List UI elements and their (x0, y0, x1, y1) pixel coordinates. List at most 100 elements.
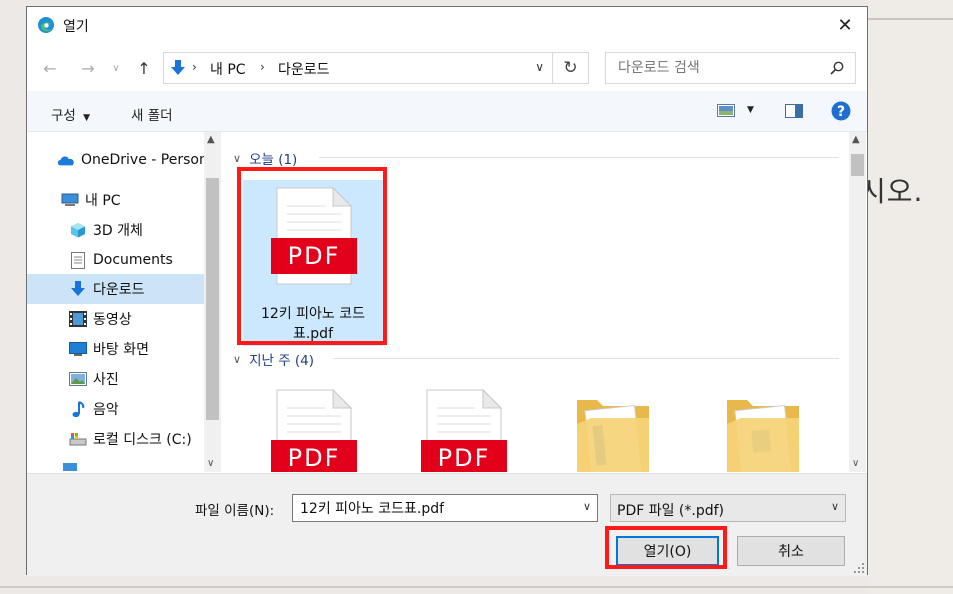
pdf-badge: PDF (437, 444, 491, 472)
preview-pane-icon[interactable] (785, 104, 803, 118)
organize-button[interactable]: 구성 ▼ (51, 104, 90, 124)
nav-item-music[interactable]: 음악 (27, 394, 204, 424)
nav-item-label: 3D 개체 (93, 223, 143, 239)
network-icon (61, 457, 79, 472)
highlight-box-file (237, 167, 387, 345)
arrow-up-icon: ↑ (137, 58, 151, 78)
breadcrumb-separator-icon: › (192, 60, 197, 74)
nav-item-onedrive[interactable]: OneDrive - Person (27, 145, 204, 175)
background-page (868, 0, 953, 594)
dialog-footer: 파일 이름(N): ∨ PDF 파일 (*.pdf) ∨ 열기(O) 취소 (27, 473, 867, 576)
nav-item-videos[interactable]: 동영상 (27, 304, 204, 334)
pictures-icon (69, 370, 87, 388)
up-button[interactable]: ↑ (133, 57, 155, 79)
nav-item-3d-objects[interactable]: 3D 개체 (27, 215, 204, 245)
command-bar: 구성 ▼ 새 폴더 ▼ ? (27, 91, 867, 132)
nav-item-downloads[interactable]: 다운로드 (27, 274, 204, 304)
edge-icon (38, 17, 54, 33)
folder-icon (577, 400, 649, 472)
onedrive-icon (57, 151, 75, 169)
chevron-down-icon[interactable]: ∨ (583, 500, 591, 513)
pdf-badge: PDF (287, 444, 341, 472)
file-list-scrollbar[interactable]: ▲ ∨ (849, 132, 866, 472)
view-dropdown-caret-icon[interactable]: ▼ (747, 105, 754, 115)
nav-item-label: 내 PC (85, 193, 121, 209)
desktop-icon (69, 340, 87, 358)
recent-locations-button[interactable]: ∨ (109, 57, 123, 79)
chevron-down-icon: ∨ (233, 151, 242, 165)
background-divider (868, 18, 953, 20)
chevron-down-icon: ∨ (830, 500, 839, 513)
nav-item-label: Documents (93, 252, 173, 268)
navigation-pane-scrollbar[interactable]: ▲ ∨ (204, 132, 221, 472)
refresh-button[interactable]: ↻ (553, 52, 589, 84)
nav-item-label: OneDrive - Person (81, 152, 204, 168)
caret-down-icon: ▼ (83, 113, 91, 123)
disk-icon (69, 430, 87, 448)
scroll-up-arrow-icon[interactable]: ▲ (207, 134, 215, 145)
close-button[interactable]: ✕ (823, 7, 867, 43)
folder-icon (727, 400, 799, 472)
search-box[interactable] (605, 52, 856, 84)
nav-item-label: 다운로드 (93, 282, 145, 298)
filename-input[interactable] (298, 499, 572, 517)
navigation-pane: OneDrive - Person 내 PC 3D 개체 Documents 다… (27, 132, 204, 472)
nav-item-label: 음악 (93, 402, 119, 418)
chevron-down-icon[interactable]: ∨ (535, 60, 544, 74)
search-input[interactable] (616, 59, 820, 77)
view-options-icon[interactable] (717, 104, 737, 118)
resize-grip-icon[interactable] (853, 562, 865, 574)
nav-item-local-disk[interactable]: 로컬 디스크 (C:) (27, 424, 204, 454)
arrow-left-icon: ← (43, 58, 57, 78)
file-item-pdf[interactable]: PDF (393, 382, 533, 472)
open-file-dialog: 열기 ✕ ← → ∨ ↑ › 내 PC › 다운로드 ∨ ↻ 다운로드 검색 구… (26, 6, 868, 576)
back-button[interactable]: ← (39, 57, 61, 79)
nav-item-my-pc[interactable]: 내 PC (27, 185, 204, 215)
scroll-down-chevron-icon[interactable]: ∨ (207, 458, 214, 469)
downloads-icon (171, 60, 185, 75)
file-item-pdf[interactable]: PDF (243, 382, 383, 472)
scroll-down-chevron-icon[interactable]: ∨ (852, 458, 859, 469)
group-header-today[interactable]: ∨ 오늘 (1) (233, 148, 297, 169)
search-icon (830, 61, 844, 75)
nav-item-label: 로컬 디스크 (C:) (93, 432, 192, 448)
close-icon: ✕ (837, 14, 853, 36)
background-divider-bottom (0, 586, 953, 588)
cancel-button[interactable]: 취소 (737, 536, 845, 566)
nav-item-documents[interactable]: Documents (27, 245, 204, 275)
scroll-up-arrow-icon[interactable]: ▲ (852, 134, 860, 145)
filename-combobox[interactable]: ∨ (292, 494, 598, 522)
group-header-label: 지난 주 (4) (249, 353, 315, 369)
videos-icon (69, 310, 87, 328)
pc-icon (61, 191, 79, 209)
documents-icon (69, 251, 87, 269)
breadcrumb-downloads[interactable]: 다운로드 (278, 59, 330, 79)
nav-item-pictures[interactable]: 사진 (27, 364, 204, 394)
3d-objects-icon (69, 221, 87, 239)
new-folder-button[interactable]: 새 폴더 (131, 104, 173, 124)
background-text: 시오. (860, 175, 924, 208)
group-header-last-week[interactable]: ∨ 지난 주 (4) (233, 349, 315, 370)
nav-item-label: 사진 (93, 372, 119, 388)
address-bar[interactable]: › 내 PC › 다운로드 ∨ (163, 52, 553, 84)
scrollbar-thumb[interactable] (851, 154, 864, 176)
navigation-bar: ← → ∨ ↑ › 내 PC › 다운로드 ∨ ↻ (27, 45, 867, 89)
music-icon (69, 400, 87, 418)
svg-text:?: ? (837, 104, 845, 120)
forward-button[interactable]: → (77, 57, 99, 79)
nav-item-desktop[interactable]: 바탕 화면 (27, 334, 204, 364)
downloads-icon (69, 280, 87, 298)
chevron-down-icon: ∨ (112, 62, 120, 74)
help-icon[interactable]: ? (831, 101, 851, 121)
breadcrumb-separator-icon: › (260, 60, 265, 74)
breadcrumb-my-pc[interactable]: 내 PC (210, 59, 246, 79)
highlight-box-open-button (605, 526, 727, 569)
filename-label: 파일 이름(N): (195, 503, 275, 519)
title-bar: 열기 ✕ (27, 7, 867, 43)
nav-item-network-partial[interactable] (27, 456, 204, 472)
folder-item[interactable] (693, 382, 833, 472)
filetype-select[interactable]: PDF 파일 (*.pdf) ∨ (610, 494, 846, 522)
folder-item[interactable] (543, 382, 683, 472)
scrollbar-thumb[interactable] (206, 178, 219, 420)
group-divider (319, 157, 839, 158)
